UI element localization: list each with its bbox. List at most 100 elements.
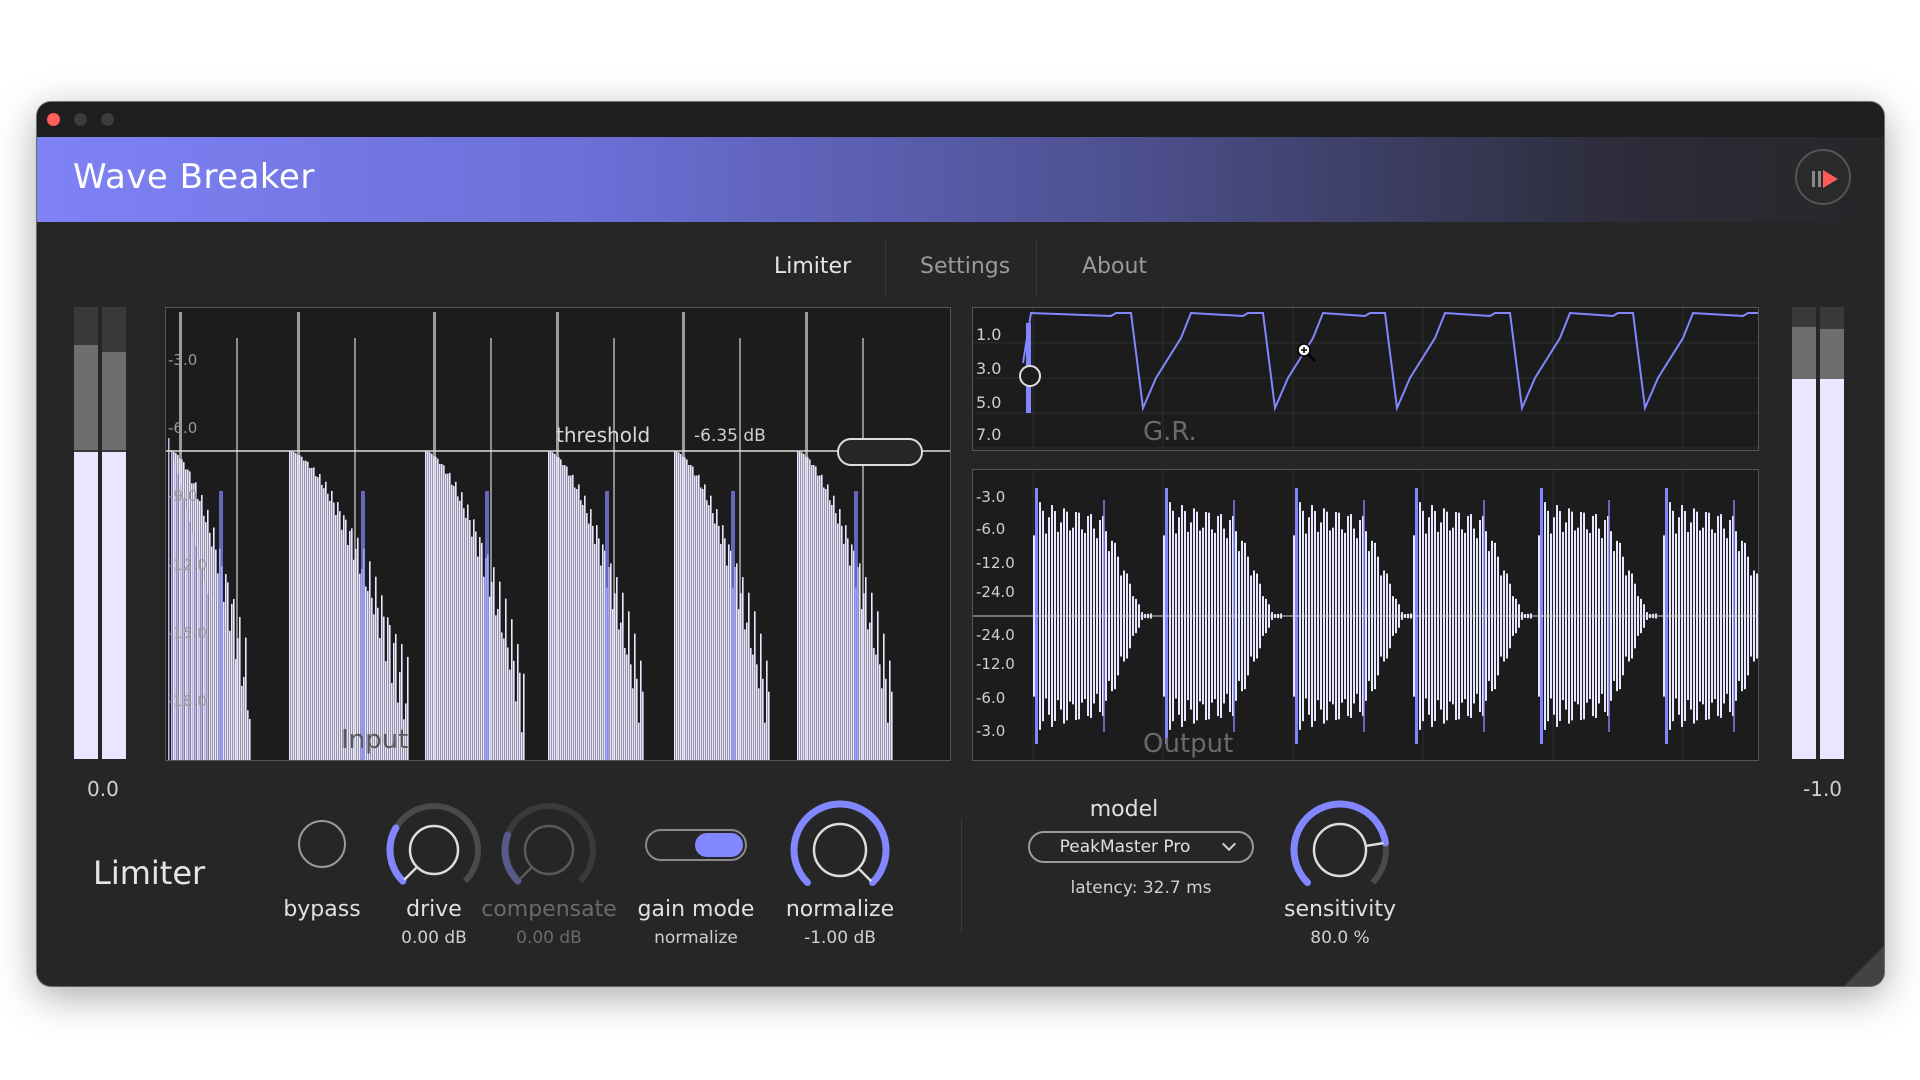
gr-label: 7.0 [976, 425, 1001, 444]
input-wave-bar [694, 475, 696, 760]
sensitivity-knob[interactable] [1287, 797, 1393, 903]
input-wave-bar [223, 601, 225, 760]
compensate-knob[interactable] [499, 800, 599, 900]
output-label: -6.0 [976, 520, 1005, 538]
input-wave-bar [861, 609, 863, 760]
meter-level [74, 451, 98, 759]
input-wave-bar [696, 475, 698, 760]
input-waveform-panel[interactable]: -3.0 -6.0 -9.0 -12.0 -15.0 -18.0 threshold -6.3… [165, 307, 951, 761]
input-wave-bar [829, 500, 831, 760]
input-wave-bar [580, 500, 582, 760]
threshold-handle [837, 438, 923, 466]
input-wave-bar [479, 537, 481, 760]
input-wave-bar [511, 619, 513, 760]
gain-mode-toggle[interactable] [645, 829, 747, 861]
input-wave-bar [289, 451, 291, 760]
minimize-window-button[interactable] [74, 113, 87, 126]
input-wave-bar [195, 546, 197, 760]
input-wave-bar [449, 472, 451, 760]
input-wave-bar [311, 467, 313, 760]
input-wave-bar [724, 538, 726, 760]
input-wave-bar [811, 465, 813, 760]
input-wave-bar [467, 504, 469, 760]
input-wave-bar [481, 542, 483, 760]
output-panel-title: Output [1143, 729, 1233, 759]
input-wave-bar [883, 633, 885, 760]
gr-label: 1.0 [976, 325, 1001, 344]
input-wave-bar [859, 563, 861, 760]
input-wave-bar [614, 593, 616, 760]
input-wave-bar [841, 525, 843, 760]
normalize-knob[interactable] [787, 797, 893, 903]
input-wave-bar [632, 688, 634, 760]
input-wave-bar [744, 629, 746, 760]
input-wave-bar [317, 477, 319, 760]
input-wave-bar [431, 453, 433, 760]
bypass-button[interactable] [298, 820, 346, 868]
input-wave-bar [499, 581, 501, 760]
tab-settings[interactable]: Settings [920, 254, 1010, 279]
input-wave-bar [821, 474, 823, 760]
gain-mode-label: gain mode [637, 897, 755, 922]
input-wave-bar [588, 523, 590, 760]
input-wave-bar [764, 722, 766, 760]
input-wave-bar [461, 492, 463, 760]
input-wave-bar [827, 484, 829, 760]
tab-limiter[interactable]: Limiter [774, 254, 851, 279]
sensitivity-label: sensitivity [1283, 897, 1397, 922]
input-wave-bar [674, 451, 676, 760]
input-wave-bar [497, 609, 499, 760]
input-wave-bar [885, 678, 887, 760]
input-wave-bar [315, 476, 317, 760]
input-wave-bar [297, 454, 299, 760]
resize-handle[interactable] [1844, 946, 1884, 986]
model-select[interactable]: PeakMaster Pro [1028, 831, 1254, 863]
controls-divider [961, 818, 962, 932]
input-wave-bar [335, 514, 337, 760]
input-wave-bar [756, 664, 758, 760]
input-wave-bar [610, 563, 612, 760]
knob-arc [386, 824, 407, 885]
toggle-knob [695, 833, 743, 857]
input-wave-bar [728, 544, 730, 760]
tab-about[interactable]: About [1082, 254, 1147, 279]
maximize-window-button[interactable] [101, 113, 114, 126]
input-wave-bar [700, 487, 702, 760]
output-label: -12.0 [976, 554, 1015, 572]
input-wave-bar [847, 538, 849, 760]
input-wave-bar [630, 664, 632, 760]
input-wave-bar [760, 633, 762, 760]
knob-pointer [403, 866, 418, 881]
input-wave-bar [688, 465, 690, 760]
input-wave-bar [879, 664, 881, 760]
input-wave-bar [738, 609, 740, 760]
input-wave-bar [726, 565, 728, 760]
input-wave-bar [706, 500, 708, 760]
close-window-button[interactable] [47, 113, 60, 126]
output-label: -12.0 [976, 655, 1015, 673]
input-wave-bar [457, 496, 459, 760]
input-wave-bar [616, 577, 618, 760]
input-wave-bar [445, 473, 447, 760]
input-wave-bar [227, 582, 229, 760]
input-wave-bar [493, 567, 495, 760]
input-wave-bar [819, 475, 821, 760]
pause-play-icon[interactable] [1795, 149, 1851, 205]
input-wave-bar [815, 466, 817, 760]
input-wave-bar [235, 659, 237, 760]
input-wave-bar [612, 609, 614, 760]
input-wave-bar [807, 457, 809, 760]
input-wave-bar [491, 581, 493, 760]
input-wave-bar [174, 462, 176, 760]
input-wave-bar [204, 582, 206, 760]
input-wave-bar [628, 611, 630, 760]
input-wave-accent [605, 491, 609, 760]
output-waveform-panel: -3.0 -6.0 -12.0 -24.0 -24.0 -12.0 -6.0 -3.0 Outp… [972, 469, 1759, 761]
input-waveform: -3.0 -6.0 -9.0 -12.0 -15.0 -18.0 threshold -6.3… [166, 312, 950, 760]
input-wave-bar [682, 456, 684, 760]
input-wave-bar [833, 495, 835, 760]
input-wave-bar [515, 701, 517, 760]
drive-knob[interactable] [384, 800, 484, 900]
input-wave-bar [307, 461, 309, 760]
input-wave-bar [714, 523, 716, 760]
